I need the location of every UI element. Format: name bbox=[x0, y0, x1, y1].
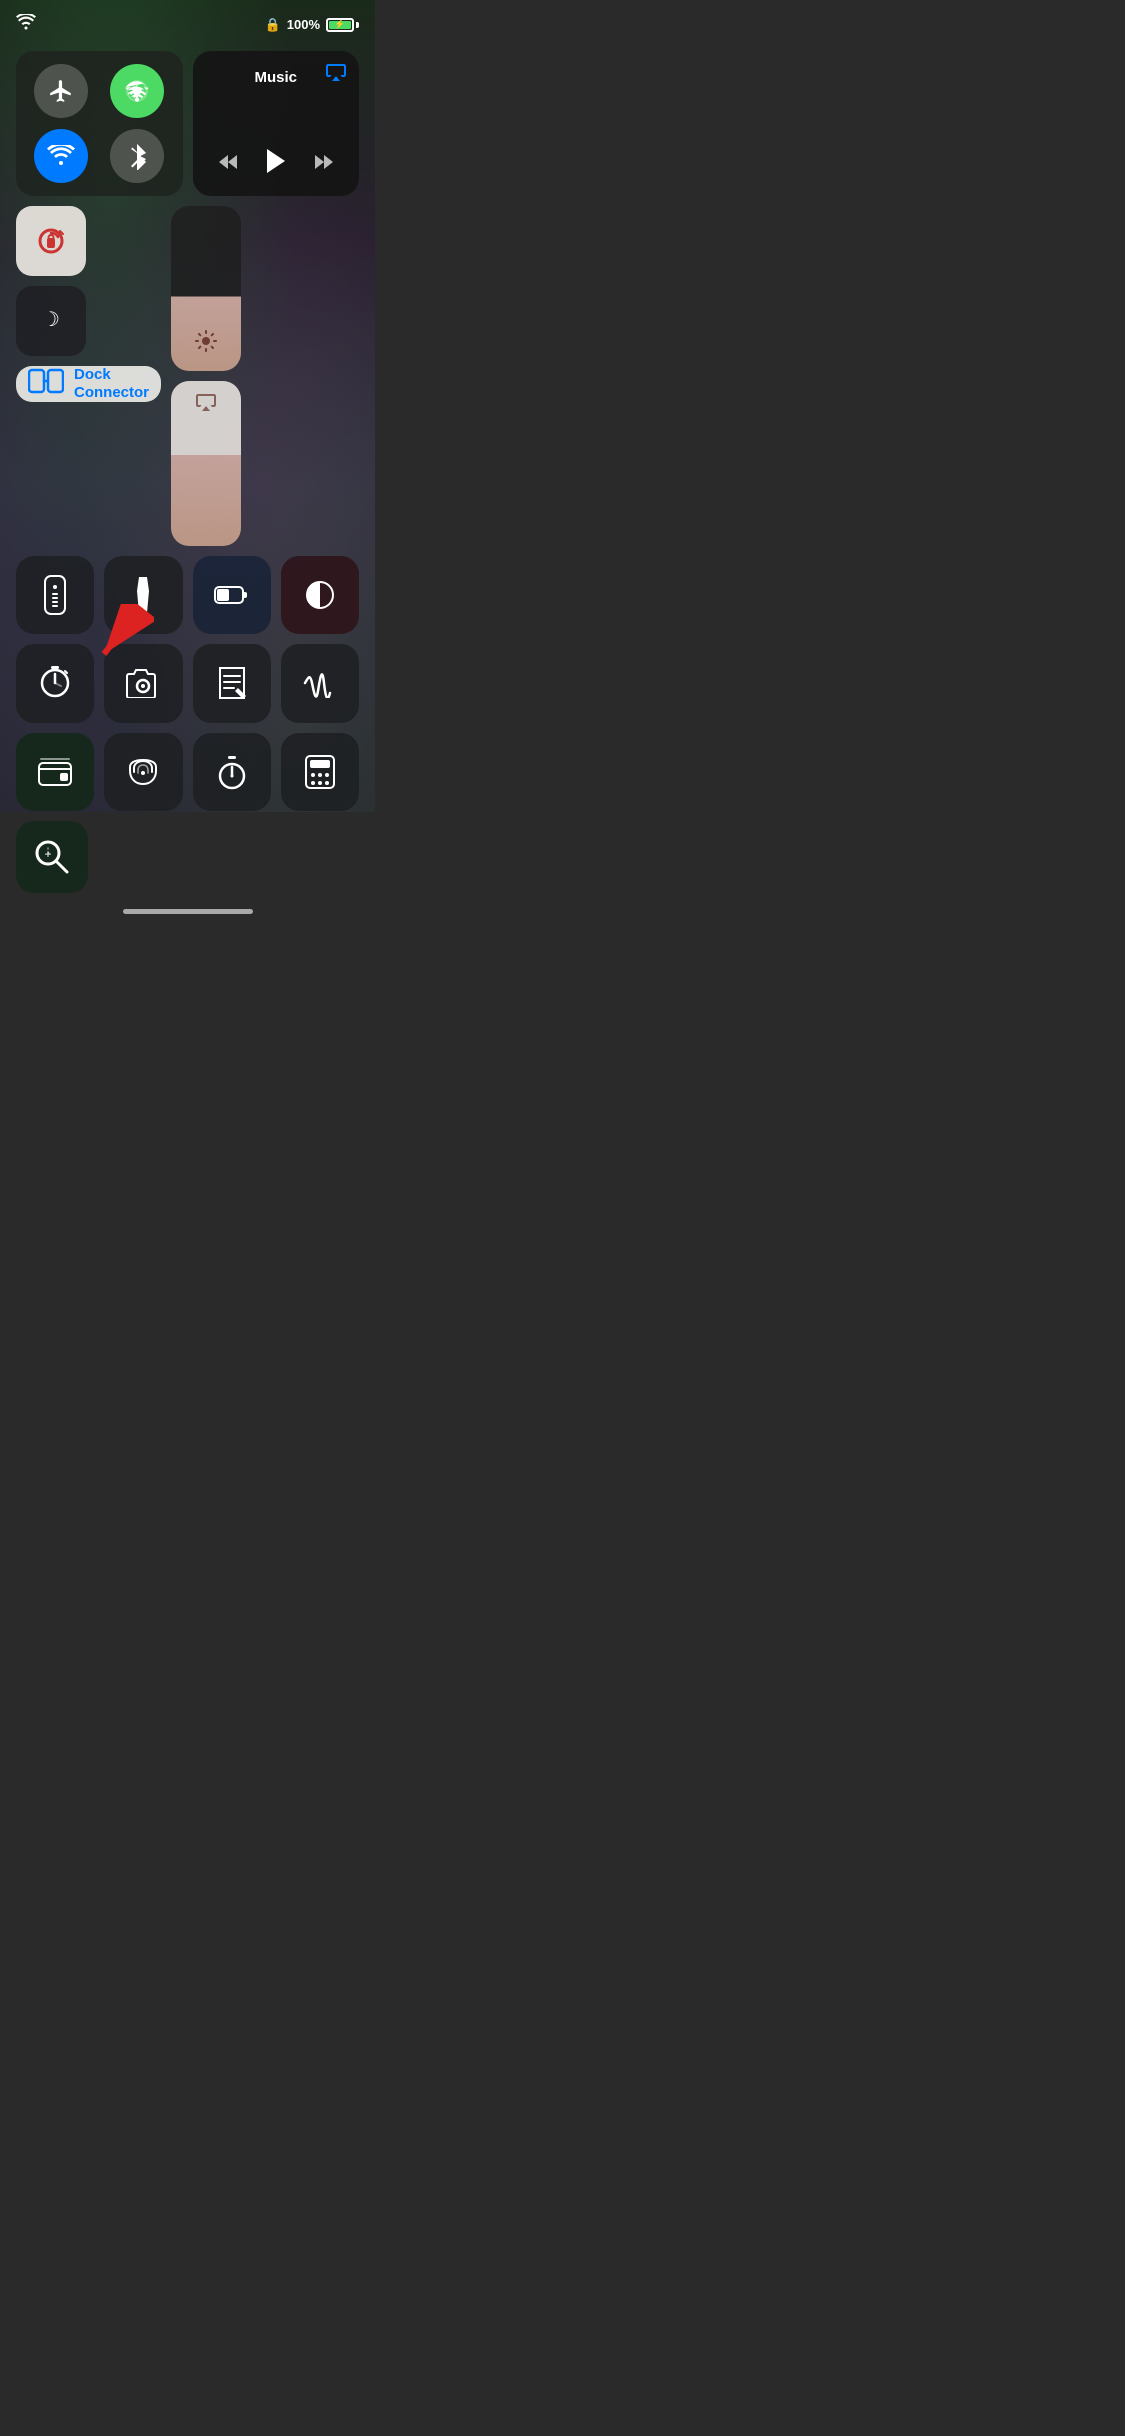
flashlight-button[interactable] bbox=[104, 556, 182, 634]
camera-button[interactable] bbox=[104, 644, 182, 722]
notes-button[interactable] bbox=[193, 644, 271, 722]
home-bar bbox=[123, 909, 253, 914]
dark-mode-button[interactable] bbox=[281, 556, 359, 634]
app-grid-row1 bbox=[16, 556, 359, 634]
wifi-icon bbox=[16, 14, 36, 35]
sound-recognition-button[interactable] bbox=[104, 733, 182, 811]
app-grid-row2 bbox=[16, 644, 359, 722]
magnifier-button[interactable]: + bbox=[16, 821, 88, 893]
low-power-button[interactable] bbox=[193, 556, 271, 634]
dock-connector-label: Dock Connector bbox=[74, 366, 149, 402]
middle-left: ☽ Dock Connector bbox=[16, 206, 161, 402]
control-center: Music bbox=[0, 43, 375, 909]
stopwatch-button[interactable] bbox=[193, 733, 271, 811]
brightness-slider[interactable] bbox=[171, 206, 241, 371]
timer-button[interactable] bbox=[16, 644, 94, 722]
airplay-icon[interactable] bbox=[325, 63, 347, 86]
play-button[interactable] bbox=[264, 147, 288, 182]
do-not-disturb-button[interactable]: ☽ bbox=[16, 286, 86, 356]
music-panel: Music bbox=[193, 51, 360, 196]
remote-button[interactable] bbox=[16, 556, 94, 634]
svg-text:☽: ☽ bbox=[42, 309, 60, 331]
wallet-button[interactable] bbox=[16, 733, 94, 811]
battery-icon: ⚡ bbox=[326, 18, 359, 32]
music-controls bbox=[205, 147, 348, 182]
row-connectivity-music: Music bbox=[16, 51, 359, 196]
dock-connector-button[interactable]: Dock Connector bbox=[16, 366, 161, 402]
dock-connector-icon bbox=[28, 367, 64, 402]
cellular-button[interactable] bbox=[110, 64, 164, 118]
bluetooth-button[interactable] bbox=[110, 129, 164, 183]
voice-memo-button[interactable] bbox=[281, 644, 359, 722]
middle-section: ☽ Dock Connector bbox=[16, 206, 359, 546]
svg-text:+: + bbox=[44, 847, 51, 861]
brightness-icon bbox=[194, 329, 218, 359]
volume-icon-airplay bbox=[195, 393, 217, 416]
lock-rotation-status-icon: 🔒 bbox=[265, 17, 281, 33]
connectivity-panel bbox=[16, 51, 183, 196]
battery-percent: 100% bbox=[287, 17, 320, 32]
home-indicator bbox=[0, 909, 375, 914]
status-bar: 🔒 100% ⚡ bbox=[0, 0, 375, 43]
sliders-section bbox=[171, 206, 241, 546]
rewind-button[interactable] bbox=[217, 153, 239, 177]
bottom-app-row: + bbox=[16, 821, 359, 893]
rotation-lock-button[interactable] bbox=[16, 206, 86, 276]
calculator-button[interactable] bbox=[281, 733, 359, 811]
airplane-mode-button[interactable] bbox=[34, 64, 88, 118]
fastforward-button[interactable] bbox=[313, 153, 335, 177]
app-grid-row3 bbox=[16, 733, 359, 811]
status-right: 🔒 100% ⚡ bbox=[265, 17, 359, 33]
wifi-toggle-button[interactable] bbox=[34, 129, 88, 183]
volume-slider[interactable] bbox=[171, 381, 241, 546]
